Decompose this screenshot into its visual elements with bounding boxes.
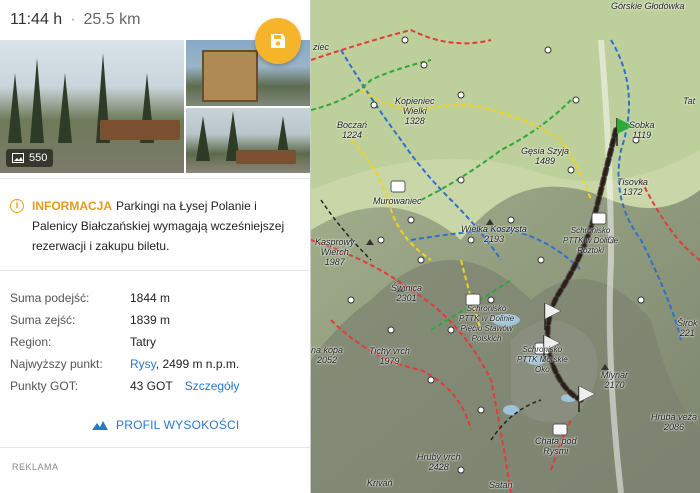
divider (0, 178, 310, 179)
divider (0, 447, 310, 448)
map-label-tat: Tat (683, 96, 696, 106)
map-label-hruby-vrch: Hrubý vrch 2428 (417, 452, 461, 472)
route-stats: Suma podejść: 1844 m Suma zejść: 1839 m … (10, 287, 302, 397)
highest-point-link[interactable]: Rysy (130, 357, 156, 371)
map-label-mlynar: Mlynár 2170 (601, 370, 629, 390)
map-label-gorskie: Górskie Głodówka (611, 1, 685, 11)
map-label-krivan: Kriváň (367, 478, 393, 488)
got-value: 43 GOT (130, 379, 173, 393)
map-label-kopieniec: Kopieniec Wielki 1328 (395, 96, 435, 126)
map-canvas[interactable] (311, 0, 700, 493)
highest-point-value: Rysy, 2499 m n.p.m. (130, 357, 239, 371)
save-icon (271, 34, 285, 48)
horse-cart (236, 150, 296, 164)
info-notice: i INFORMACJA Parkingi na Łysej Polanie i … (10, 196, 302, 256)
region-value: Tatry (130, 335, 157, 349)
photo-forest-cart[interactable] (186, 108, 310, 173)
tree-shape (8, 73, 22, 143)
info-label: INFORMACJA (32, 199, 112, 213)
got-label: Punkty GOT: (10, 379, 79, 393)
map-label-kopa: na kopa 2052 (311, 345, 344, 365)
stat-row-descent: Suma zejść: 1839 m (10, 309, 302, 331)
descent-value: 1839 m (130, 313, 171, 327)
region-label: Region: (10, 335, 52, 349)
descent-label: Suma zejść: (10, 313, 76, 327)
map-label-sirok: Širok 221 (677, 318, 698, 338)
elevation-profile-label: PROFIL WYSOKOŚCI (116, 418, 240, 432)
route-distance: 25.5 km (83, 11, 141, 28)
horse-cart (100, 120, 180, 140)
save-route-button[interactable] (255, 18, 301, 64)
map-label-tisovka: Tisovka 1372 (617, 177, 648, 197)
trail-map[interactable]: Górskie Głodówka ziec Kopieniec Wielki 1… (311, 0, 700, 493)
map-label-koszysta: Wielka Koszysta 2193 (461, 224, 527, 244)
map-label-hruba-veza: Hrubá veža 2086 (651, 412, 698, 432)
ads-label: REKLAMA (12, 462, 59, 472)
map-label-tichy: Tichý vrch 1979 (369, 346, 410, 366)
map-label-boczan: Boczań 1224 (337, 120, 368, 140)
highest-point-label: Najwyższy punkt: (10, 357, 103, 371)
map-label-sobka: Sobka 1119 (629, 120, 655, 140)
divider (0, 270, 310, 271)
photo-count: 550 (29, 152, 48, 164)
separator-dot: · (70, 11, 76, 28)
ascent-value: 1844 m (130, 291, 171, 305)
image-icon (12, 153, 24, 163)
map-label-schronisko-roztoki: Schronisko PTTK w Dolinie Roztoki (563, 226, 619, 255)
elevation-profile-button[interactable]: PROFIL WYSOKOŚCI (92, 418, 239, 432)
tree-shape (196, 116, 210, 161)
tree-shape (30, 58, 44, 143)
photo-gallery[interactable]: 550 (0, 40, 310, 173)
tree-shape (58, 73, 72, 143)
map-label-schronisko-piec-stawow: Schronisko PTTK w Dolinie Pięciu Stawów … (459, 304, 515, 343)
stat-row-highest: Najwyższy punkt: Rysy, 2499 m n.p.m. (10, 353, 302, 375)
info-icon: i (10, 199, 24, 213)
stat-row-ascent: Suma podejść: 1844 m (10, 287, 302, 309)
map-label-satan: Satan (489, 480, 513, 490)
map-label-kasprowy: Kasprowy Wierch 1987 (315, 237, 355, 267)
map-label-gesia: Gęsia Szyja 1489 (521, 146, 570, 166)
photo-forest-carts[interactable]: 550 (0, 40, 184, 173)
map-label-ziec: ziec (313, 42, 330, 52)
route-duration: 11:44 h (10, 11, 63, 28)
stat-row-region: Region: Tatry (10, 331, 302, 353)
mountain-icon (92, 421, 108, 430)
ascent-label: Suma podejść: (10, 291, 90, 305)
signpost-board (202, 50, 258, 102)
map-label-schronisko-morskie-oko: Schronisko PTTK Morskie Oko (517, 345, 568, 374)
route-details-panel: 11:44 h · 25.5 km 550 i INFORMACJA Parki… (0, 0, 311, 493)
got-details-link[interactable]: Szczegóły (185, 379, 240, 393)
photo-count-badge[interactable]: 550 (6, 149, 54, 167)
stat-row-got: Punkty GOT: 43 GOT Szczegóły (10, 375, 302, 397)
map-label-murowaniec: Murowaniec (373, 196, 422, 206)
map-label-swinica: Świnica 2301 (391, 283, 423, 303)
highest-point-elevation: , 2499 m n.p.m. (155, 357, 240, 371)
map-label-chata: Chata pod Rysmi (535, 436, 577, 456)
